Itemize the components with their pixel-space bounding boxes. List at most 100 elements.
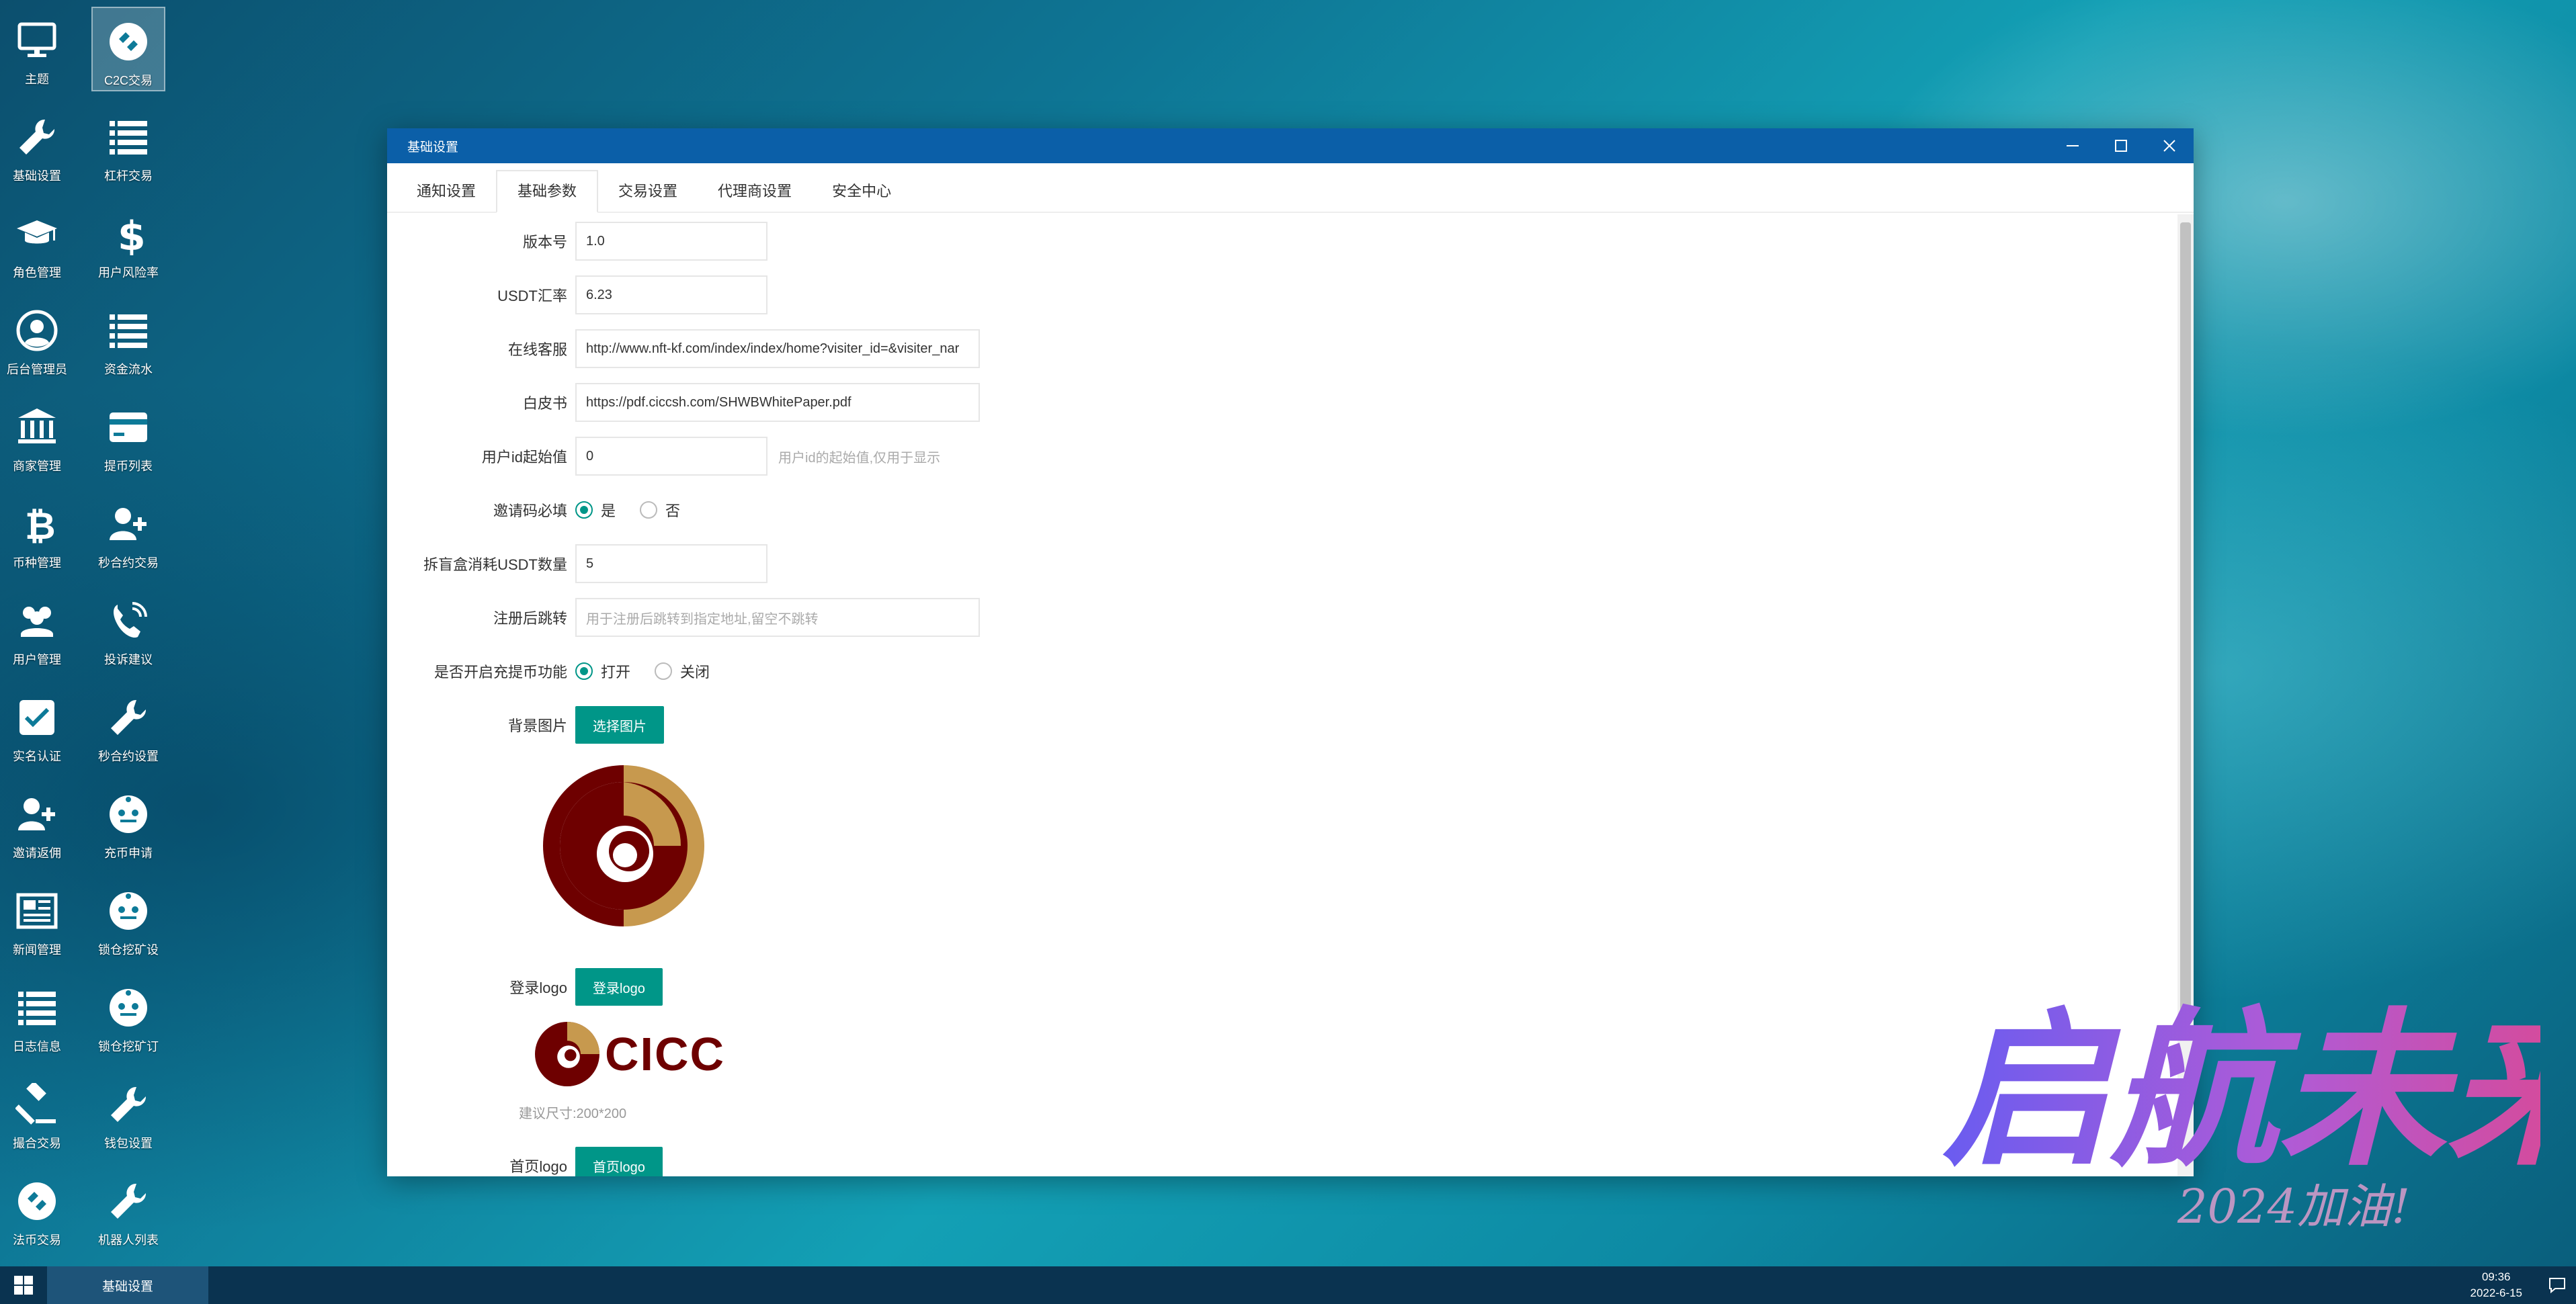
user-plus-icon xyxy=(104,500,153,548)
desktop-icon-label: 实名认证 xyxy=(13,750,61,763)
desktop-icon-b1[interactable]: 杠杆交易 xyxy=(91,103,165,188)
desktop-icon-label: 用户风险率 xyxy=(98,266,159,279)
cicc-logo-mark-icon xyxy=(543,765,704,926)
cicc-logo-mark-icon xyxy=(535,1022,599,1086)
select-image-button[interactable]: 选择图片 xyxy=(575,706,664,744)
bitcoin-icon: ₿ xyxy=(13,500,61,548)
user-id-start-input[interactable]: 0 xyxy=(575,437,767,476)
desktop-icon-label: 锁仓挖矿设 xyxy=(98,943,159,957)
desktop-icon-a3[interactable]: 后台管理员 xyxy=(0,297,74,382)
bg-image-label: 背景图片 xyxy=(507,718,567,734)
minimize-button[interactable] xyxy=(2048,128,2097,163)
form-row-register-redirect: 注册后跳转 用于注册后跳转到指定地址,留空不跳转 xyxy=(387,597,980,638)
tab-agent[interactable]: 代理商设置 xyxy=(698,171,812,212)
radio-checked-icon xyxy=(575,501,593,519)
desktop-icon-a9[interactable]: 新闻管理 xyxy=(0,877,74,962)
desktop-icon-a5[interactable]: ₿ 币种管理 xyxy=(0,490,74,575)
bg-image-preview xyxy=(543,765,704,926)
desktop-icon-a12[interactable]: 法币交易 xyxy=(0,1168,74,1252)
desktop-icon-label: 秒合约交易 xyxy=(98,556,159,570)
form-row-online-service: 在线客服 http://www.nft-kf.com/index/index/h… xyxy=(387,329,980,369)
close-button[interactable] xyxy=(2145,128,2194,163)
whitepaper-label: 白皮书 xyxy=(522,395,567,412)
desktop-icon-b3[interactable]: 资金流水 xyxy=(91,297,165,382)
invite-required-label: 邀请码必填 xyxy=(493,503,567,519)
tab-basic-params[interactable]: 基础参数 xyxy=(496,170,599,213)
desktop-icon-a2[interactable]: 角色管理 xyxy=(0,200,74,285)
home-logo-button[interactable]: 首页logo xyxy=(575,1147,663,1176)
radio-label: 是 xyxy=(601,503,616,519)
notification-button[interactable] xyxy=(2538,1266,2576,1304)
robot-icon xyxy=(104,887,153,935)
desktop-icon-b2[interactable]: $ 用户风险率 xyxy=(91,200,165,285)
taskbar-item-basic-settings[interactable]: 基础设置 xyxy=(47,1266,208,1304)
calligraphy-subtext: 2024加油! xyxy=(2177,1179,2410,1234)
online-service-input[interactable]: http://www.nft-kf.com/index/index/home?v… xyxy=(575,329,980,368)
login-logo-button[interactable]: 登录logo xyxy=(575,968,663,1006)
desktop-icon-label: 提币列表 xyxy=(104,460,153,473)
desktop-icon-a4[interactable]: 商家管理 xyxy=(0,394,74,478)
version-label: 版本号 xyxy=(522,234,567,251)
blindbox-cost-input[interactable]: 5 xyxy=(575,544,767,583)
desktop-icon-a11[interactable]: 撮合交易 xyxy=(0,1071,74,1156)
graduation-cap-icon xyxy=(13,210,61,258)
desktop-icon-b8[interactable]: 充币申请 xyxy=(91,781,165,865)
tab-trade[interactable]: 交易设置 xyxy=(598,171,698,212)
desktop-icon-b11[interactable]: 钱包设置 xyxy=(91,1071,165,1156)
desktop-icon-b12[interactable]: 机器人列表 xyxy=(91,1168,165,1252)
user-id-start-label: 用户id起始值 xyxy=(481,449,567,466)
radio-unchecked-icon xyxy=(655,662,673,680)
desktop-icon-b6[interactable]: 投诉建议 xyxy=(91,587,165,672)
version-input[interactable]: 1.0 xyxy=(575,222,767,261)
dollar-icon: $ xyxy=(104,210,153,258)
newspaper-icon xyxy=(13,887,61,935)
form-row-login-logo: 登录logo 登录logo xyxy=(387,967,663,1007)
desktop-icon-a10[interactable]: 日志信息 xyxy=(0,974,74,1059)
svg-text:₿: ₿ xyxy=(25,505,56,546)
start-button[interactable] xyxy=(0,1266,47,1304)
desktop-icon-a1[interactable]: 基础设置 xyxy=(0,103,74,188)
desktop-icon-a7[interactable]: 实名认证 xyxy=(0,684,74,769)
register-redirect-input[interactable]: 用于注册后跳转到指定地址,留空不跳转 xyxy=(575,598,980,637)
system-tray: 09:36 2022-6-15 xyxy=(2470,1266,2576,1304)
svg-text:$: $ xyxy=(118,213,146,255)
desktop-icon-a0[interactable]: 主题 xyxy=(0,7,74,91)
radio-label: 否 xyxy=(665,503,681,519)
whitepaper-input[interactable]: https://pdf.ciccsh.com/SHWBWhitePaper.pd… xyxy=(575,383,980,422)
scrollbar-thumb[interactable] xyxy=(2180,222,2191,1015)
desktop-icon-b4[interactable]: 提币列表 xyxy=(91,394,165,478)
clock[interactable]: 09:36 2022-6-15 xyxy=(2470,1269,2522,1301)
window-titlebar[interactable]: 基础设置 xyxy=(387,128,2194,163)
exchange-icon xyxy=(13,1177,61,1225)
desktop-icon-label: 机器人列表 xyxy=(98,1233,159,1247)
desktop-icon-b5[interactable]: 秒合约交易 xyxy=(91,490,165,575)
tab-security[interactable]: 安全中心 xyxy=(812,171,911,212)
desktop-icon-b10[interactable]: 锁仓挖矿订 xyxy=(91,974,165,1059)
recharge-enabled-on-radio[interactable]: 打开 xyxy=(575,660,630,682)
recharge-enabled-off-radio[interactable]: 关闭 xyxy=(655,660,710,682)
usdt-rate-input[interactable]: 6.23 xyxy=(575,275,767,314)
desktop-icon-label: 用户管理 xyxy=(13,653,61,666)
wrench-icon xyxy=(13,113,61,161)
tab-notify[interactable]: 通知设置 xyxy=(397,171,496,212)
maximize-button[interactable] xyxy=(2097,128,2145,163)
gavel-icon xyxy=(13,1080,61,1129)
desktop-icon-b9[interactable]: 锁仓挖矿设 xyxy=(91,877,165,962)
desktop-icon-label: 钱包设置 xyxy=(104,1137,153,1150)
form-row-recharge-enabled: 是否开启充提币功能 打开 关闭 xyxy=(387,651,734,691)
desktop-icon-b0[interactable]: C2C交易 xyxy=(91,7,165,91)
form-row-bg-image: 背景图片 选择图片 xyxy=(387,705,664,745)
users-icon xyxy=(13,597,61,645)
desktop-icon-label: 充币申请 xyxy=(104,846,153,860)
desktop-icon-a6[interactable]: 用户管理 xyxy=(0,587,74,672)
invite-required-no-radio[interactable]: 否 xyxy=(640,499,680,521)
invite-required-yes-radio[interactable]: 是 xyxy=(575,499,616,521)
wrench-icon xyxy=(104,1177,153,1225)
form-row-user-id-start: 用户id起始值 0 用户id的起始值,仅用于显示 xyxy=(387,436,940,476)
desktop-icon-label: 投诉建议 xyxy=(104,653,153,666)
monitor-icon xyxy=(13,16,61,64)
form-row-whitepaper: 白皮书 https://pdf.ciccsh.com/SHWBWhitePape… xyxy=(387,382,980,423)
desktop-icon-b7[interactable]: 秒合约设置 xyxy=(91,684,165,769)
desktop-icon-label: 商家管理 xyxy=(13,460,61,473)
desktop-icon-a8[interactable]: 邀请返佣 xyxy=(0,781,74,865)
